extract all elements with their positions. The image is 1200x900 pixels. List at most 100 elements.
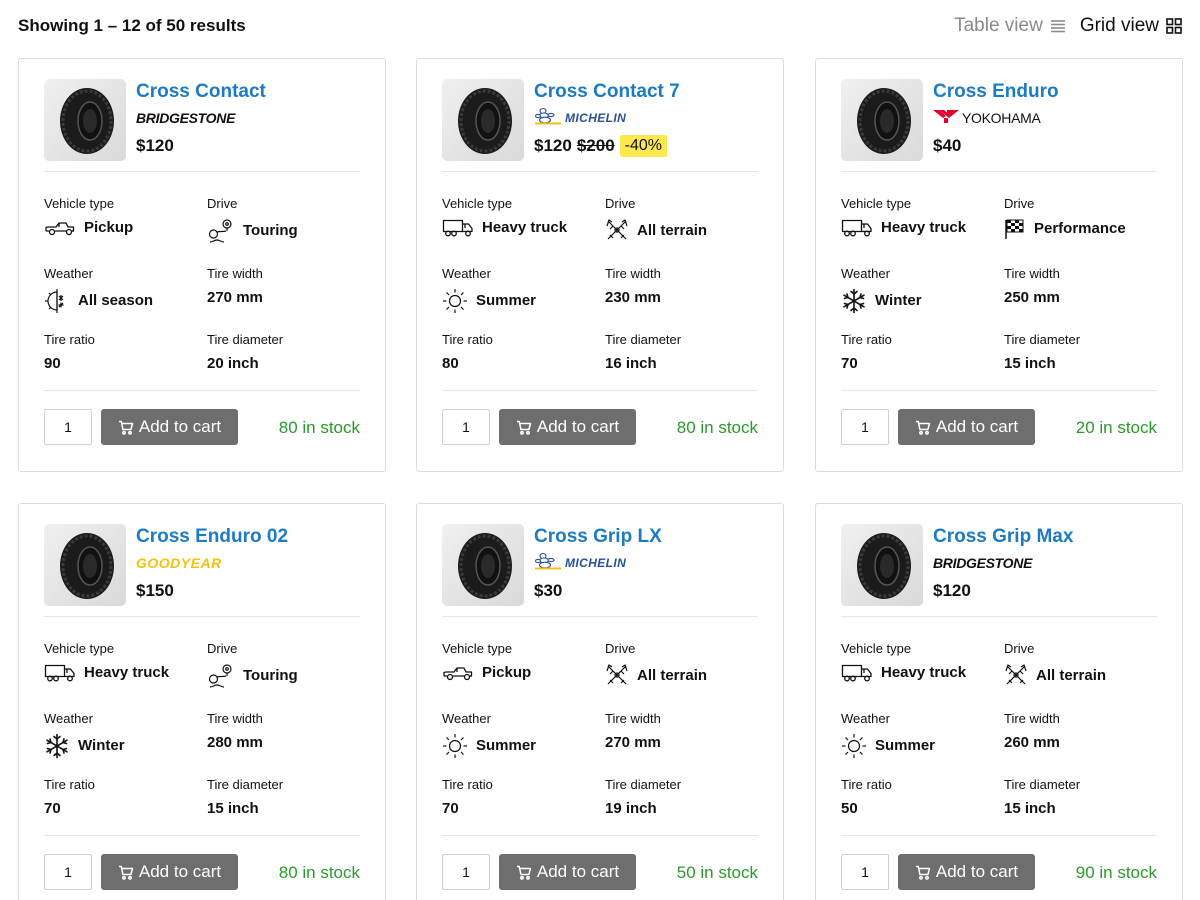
add-to-cart-button[interactable]: Add to cart <box>101 409 238 445</box>
table-view-label: Table view <box>954 15 1043 36</box>
tire-diameter-label: Tire diameter <box>605 332 682 347</box>
tire-width: 270 mm <box>207 289 263 306</box>
vehicle-type: Pickup <box>482 664 532 681</box>
tire-image[interactable] <box>442 79 524 161</box>
product-title[interactable]: Cross Contact 7 <box>534 80 680 104</box>
tire-diameter-label: Tire diameter <box>605 777 682 792</box>
divider <box>841 171 1157 172</box>
product-title[interactable]: Cross Contact <box>136 80 266 104</box>
current-price: $120 <box>136 136 174 155</box>
drive-value: Performance <box>1004 218 1126 240</box>
product-title[interactable]: Cross Grip LX <box>534 525 662 549</box>
tire-image[interactable] <box>44 524 126 606</box>
vehicle-type-attr: Vehicle type Heavy truck <box>841 196 966 238</box>
weather-value: Summer <box>442 288 536 314</box>
drive-attr: Drive Performance <box>1004 196 1126 240</box>
name: Cross Grip LX <box>534 526 662 547</box>
tire-icon <box>857 533 911 599</box>
divider <box>44 171 360 172</box>
drive: All terrain <box>637 222 708 239</box>
tire-diameter-value: 20 inch <box>207 354 283 374</box>
add-to-cart-button[interactable]: Add to cart <box>499 409 636 445</box>
weather-label: Weather <box>44 266 93 281</box>
name: Cross Grip Max <box>933 526 1074 547</box>
cart-icon <box>118 865 134 880</box>
quantity-input[interactable] <box>442 854 490 890</box>
all-terrain-icon <box>605 663 629 689</box>
product-card: Cross Contact BRIDGESTONE $120 Vehicle t… <box>18 58 386 472</box>
brand: YOKOHAMA <box>962 110 1041 126</box>
tire-image[interactable] <box>442 524 524 606</box>
tire-diameter: 15 inch <box>1004 355 1056 372</box>
vehicle-type-attr: Vehicle type Heavy truck <box>841 641 966 683</box>
quantity-input[interactable] <box>44 854 92 890</box>
add-to-cart-button[interactable]: Add to cart <box>101 854 238 890</box>
stock-status: 80 in stock <box>676 418 758 437</box>
michelin-man-icon <box>534 107 562 130</box>
tire-diameter-attr: Tire diameter 15 inch <box>1004 332 1080 374</box>
price-row: $120 <box>136 135 174 157</box>
tire-ratio-attr: Tire ratio 50 <box>841 777 892 819</box>
tire-width-attr: Tire width 230 mm <box>605 266 661 308</box>
product-title[interactable]: Cross Grip Max <box>933 525 1073 549</box>
vehicle-type: Heavy truck <box>84 664 170 681</box>
add-to-cart-button[interactable]: Add to cart <box>898 409 1035 445</box>
current-price: $120 <box>534 136 572 155</box>
vehicle-type-value: Pickup <box>44 218 133 238</box>
tire-ratio: 90 <box>44 355 61 372</box>
snowflake-icon <box>841 288 867 314</box>
add-to-cart-label: Add to cart <box>536 862 620 881</box>
drive-value: All terrain <box>1004 663 1106 689</box>
vehicle-type: Heavy truck <box>881 219 967 236</box>
tire-width-value: 270 mm <box>605 733 661 753</box>
current-price: $40 <box>933 136 962 155</box>
stock-status: 80 in stock <box>278 418 360 437</box>
table-view-button[interactable]: Table view <box>954 14 1066 38</box>
drive-label: Drive <box>207 641 238 656</box>
drive-attr: Drive All terrain <box>605 641 707 689</box>
divider <box>44 835 360 836</box>
weather-attr: Weather Summer <box>442 711 536 759</box>
cart-icon <box>118 420 134 435</box>
product-title[interactable]: Cross Enduro <box>933 80 1059 104</box>
product-card: Cross Enduro 02 GOODYEAR $150 Vehicle ty… <box>18 503 386 900</box>
drive-attr: Drive Touring <box>207 641 298 689</box>
tire-image[interactable] <box>44 79 126 161</box>
quantity-input[interactable] <box>44 409 92 445</box>
view-switcher: Table view Grid view <box>954 14 1182 38</box>
product-title[interactable]: Cross Enduro 02 <box>136 525 288 549</box>
add-to-cart-button[interactable]: Add to cart <box>898 854 1035 890</box>
tire-ratio-value: 70 <box>841 354 892 374</box>
weather: Summer <box>476 292 537 309</box>
tire-width-value: 250 mm <box>1004 288 1060 308</box>
quantity-input[interactable] <box>841 854 889 890</box>
all-season-icon <box>44 288 70 314</box>
tire-image[interactable] <box>841 79 923 161</box>
tire-image[interactable] <box>841 524 923 606</box>
add-to-cart-button[interactable]: Add to cart <box>499 854 636 890</box>
tire-ratio: 70 <box>841 355 858 372</box>
truck-icon <box>841 663 873 683</box>
weather-attr: Weather Winter <box>841 266 922 314</box>
price-row: $40 <box>933 135 961 157</box>
truck-icon <box>841 218 873 238</box>
brand: BRIDGESTONE <box>136 110 236 126</box>
cart-icon <box>516 865 532 880</box>
quantity-input[interactable] <box>442 409 490 445</box>
add-to-cart-label: Add to cart <box>935 862 1019 881</box>
vehicle-type-value: Heavy truck <box>442 218 567 238</box>
vehicle-type: Heavy truck <box>881 664 967 681</box>
checkered-flag-icon <box>1004 218 1026 240</box>
drive-attr: Drive All terrain <box>1004 641 1106 689</box>
stock-status: 50 in stock <box>676 863 758 882</box>
tire-ratio: 70 <box>442 800 459 817</box>
tire-diameter-label: Tire diameter <box>1004 777 1081 792</box>
tire-diameter: 16 inch <box>605 355 657 372</box>
tire-ratio: 80 <box>442 355 459 372</box>
tire-icon <box>60 533 114 599</box>
quantity-input[interactable] <box>841 409 889 445</box>
drive-label: Drive <box>1004 641 1035 656</box>
divider <box>841 390 1157 391</box>
tire-width: 270 mm <box>605 734 661 751</box>
grid-view-button[interactable]: Grid view <box>1080 14 1182 38</box>
